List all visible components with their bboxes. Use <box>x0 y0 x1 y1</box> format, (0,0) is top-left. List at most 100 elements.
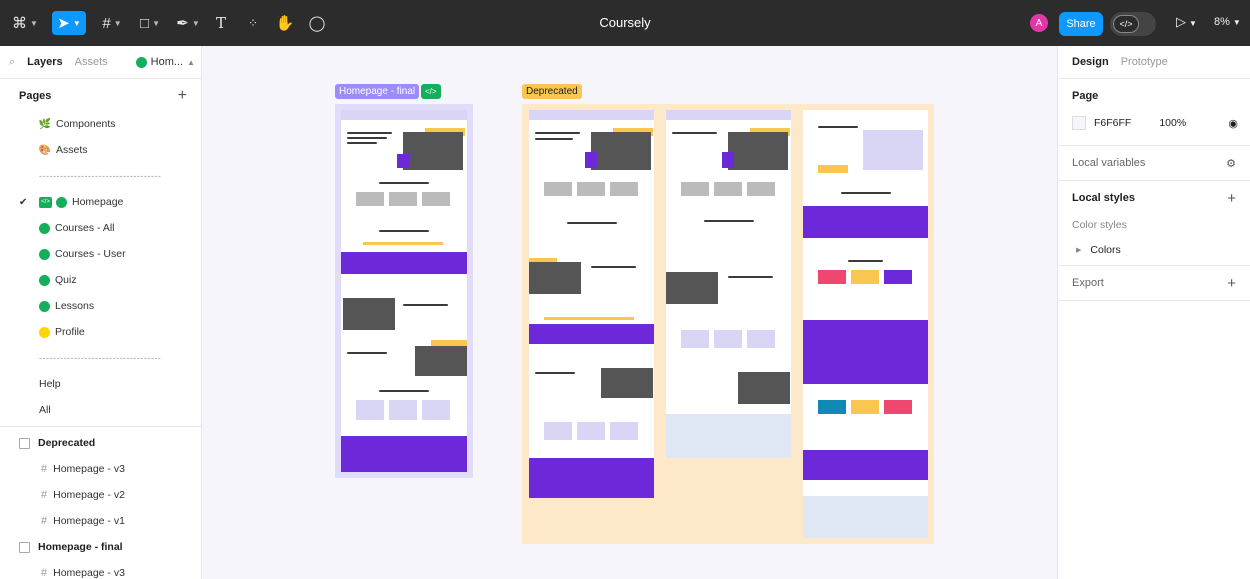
search-icon[interactable]: ⌕ <box>9 56 15 69</box>
page-item-components[interactable]: 🌿 Components <box>0 111 201 137</box>
design-panel: Design Prototype Page F6F6FF 100% ◉ Loca… <box>1057 46 1250 579</box>
chevron-down-icon: ▼ <box>30 18 38 28</box>
layer-homepage-final[interactable]: Homepage - final <box>0 534 201 560</box>
frame-homepage-final[interactable] <box>341 110 467 472</box>
tab-layers[interactable]: Layers <box>27 56 62 68</box>
green-dot-icon <box>39 300 50 312</box>
section-label-deprecated[interactable]: Deprecated <box>522 84 582 99</box>
page-opacity[interactable]: 100% <box>1159 117 1186 129</box>
frame-homepage-v2[interactable] <box>666 110 791 458</box>
avatar[interactable]: A <box>1030 14 1048 32</box>
mock-card <box>818 270 846 284</box>
caret-right-icon: ▶ <box>1076 247 1082 254</box>
page-item-label: Courses - User <box>55 248 126 260</box>
local-styles-label: Local styles <box>1072 192 1135 204</box>
yellow-dot-icon <box>39 326 50 338</box>
mock-image <box>529 262 581 294</box>
zoom-menu[interactable]: 8% ▼ <box>1214 16 1241 28</box>
mock-footer <box>666 414 791 458</box>
mock-footer <box>803 496 928 538</box>
page-item-courses-user[interactable]: Courses - User <box>0 241 201 267</box>
divider <box>0 426 201 427</box>
page-item-homepage[interactable]: ✔ </> Homepage <box>0 189 201 215</box>
frame-homepage-v1[interactable] <box>803 110 928 538</box>
page-item-label: Assets <box>56 144 88 156</box>
canvas[interactable]: Homepage - final </> Deprecated <box>202 46 1057 579</box>
resources-icon: ⁘ <box>247 16 259 30</box>
colors-group[interactable]: ▶ Colors <box>1072 235 1236 265</box>
dev-mode-toggle[interactable]: </> <box>1110 12 1156 36</box>
layer-label: Homepage - final <box>38 541 123 553</box>
play-icon: ▷ <box>1176 14 1186 29</box>
local-variables-section[interactable]: Local variables ⚙ <box>1058 146 1250 181</box>
palette-emoji-icon: 🎨 <box>38 144 52 156</box>
frame-icon: # <box>41 515 48 527</box>
page-separator[interactable]: ----------------------------------- <box>0 345 201 371</box>
resources-button[interactable]: ⁘ <box>242 11 264 35</box>
layer-deprecated[interactable]: Deprecated <box>0 430 201 456</box>
frame-label-homepage-final[interactable]: Homepage - final <box>335 84 420 99</box>
comment-tool-button[interactable]: ◯ <box>306 11 328 35</box>
mock-section-title <box>848 260 883 262</box>
mock-text <box>347 352 387 354</box>
present-button[interactable]: ▷ ▼ <box>1176 14 1197 30</box>
page-item-all[interactable]: All <box>0 397 201 423</box>
mock-image <box>415 346 467 376</box>
mock-card <box>389 192 417 206</box>
page-item-lessons[interactable]: Lessons <box>0 293 201 319</box>
mock-card <box>851 400 879 414</box>
layer-homepage-v1[interactable]: # Homepage - v1 <box>0 508 201 534</box>
mock-card <box>884 270 912 284</box>
mock-card <box>544 182 572 196</box>
page-item-courses-all[interactable]: Courses - All <box>0 215 201 241</box>
frame-homepage-v3[interactable] <box>529 110 654 498</box>
page-item-help[interactable]: Help <box>0 371 201 397</box>
export-label: Export <box>1072 277 1104 289</box>
mock-accent <box>397 154 409 168</box>
mock-card <box>422 400 450 420</box>
add-style-icon[interactable]: + <box>1227 190 1236 207</box>
mock-hero-text <box>347 132 392 134</box>
hand-tool-button[interactable]: ✋ <box>274 11 296 35</box>
shape-tool-button[interactable]: □ ▼ <box>134 11 166 35</box>
add-page-icon[interactable]: + <box>178 87 187 105</box>
mock-accent <box>585 152 597 168</box>
page-item-label: Help <box>39 378 61 390</box>
add-export-icon[interactable]: + <box>1227 275 1236 292</box>
frame-icon: # <box>41 463 48 475</box>
mock-cta-band <box>803 450 928 480</box>
pages-header: Pages + <box>0 81 201 111</box>
text-tool-button[interactable]: T <box>210 11 232 35</box>
frame-tool-button[interactable]: # ▼ <box>96 11 128 35</box>
mock-card <box>851 270 879 284</box>
eye-icon[interactable]: ◉ <box>1228 117 1238 130</box>
sliders-icon[interactable]: ⚙ <box>1226 157 1236 170</box>
page-item-quiz[interactable]: Quiz <box>0 267 201 293</box>
mock-text <box>403 304 448 306</box>
layer-homepage-v3[interactable]: # Homepage - v3 <box>0 560 201 579</box>
tab-assets[interactable]: Assets <box>75 56 108 68</box>
mock-card <box>681 330 709 348</box>
share-button[interactable]: Share <box>1059 12 1103 36</box>
move-tool-button[interactable]: ➤ ▼ <box>52 11 86 35</box>
page-item-profile[interactable]: Profile <box>0 319 201 345</box>
tab-prototype[interactable]: Prototype <box>1121 56 1168 68</box>
current-page-label: Hom... <box>150 56 184 68</box>
pen-tool-button[interactable]: ✒ ▼ <box>172 11 204 35</box>
page-separator[interactable]: ----------------------------------- <box>0 163 201 189</box>
tab-design[interactable]: Design <box>1072 56 1109 68</box>
dev-ready-badge[interactable]: </> <box>421 84 441 99</box>
layer-homepage-v2[interactable]: # Homepage - v2 <box>0 482 201 508</box>
page-switcher[interactable]: Hom... ▲ <box>135 56 195 68</box>
mock-image <box>666 272 718 304</box>
mock-hero-image <box>403 132 463 170</box>
mock-section-title <box>841 192 891 194</box>
page-color-row[interactable]: F6F6FF 100% ◉ <box>1072 113 1238 133</box>
main-menu-icon: ⌘ <box>12 15 28 32</box>
layer-homepage-v3[interactable]: # Homepage - v3 <box>0 456 201 482</box>
page-color-hex[interactable]: F6F6FF <box>1094 117 1131 129</box>
mock-section-title <box>704 220 754 222</box>
page-item-assets[interactable]: 🎨 Assets <box>0 137 201 163</box>
page-color-swatch[interactable] <box>1072 116 1086 130</box>
main-menu-button[interactable]: ⌘ ▼ <box>8 11 42 35</box>
